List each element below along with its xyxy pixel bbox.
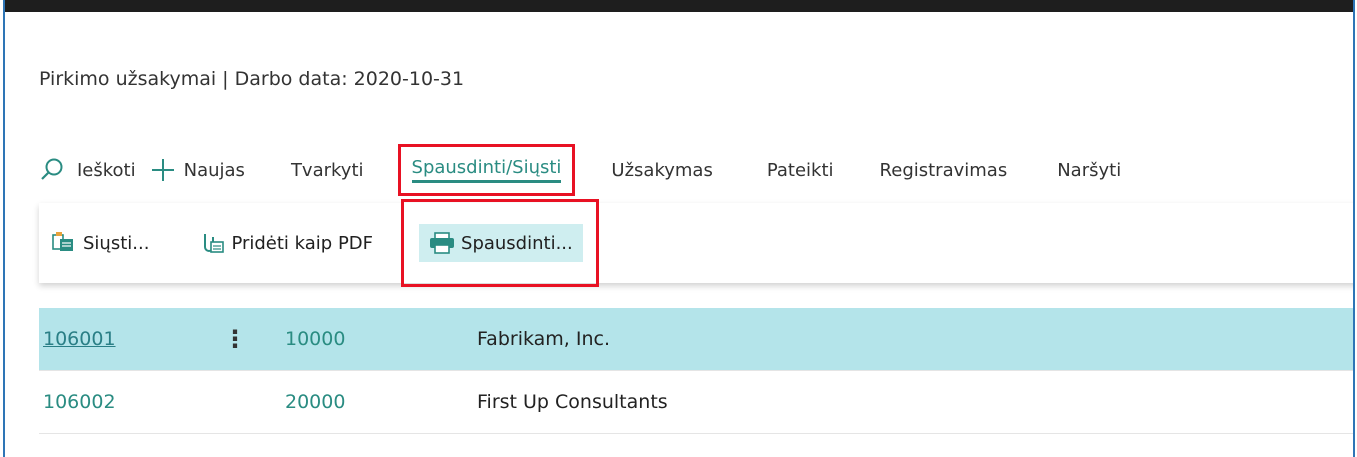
attach-pdf-icon	[204, 234, 225, 253]
tab-submit[interactable]: Pateikti	[767, 150, 834, 190]
vendor-name: Fabrikam, Inc.	[477, 328, 611, 350]
order-label: Užsakymas	[611, 159, 713, 181]
app-window: Pirkimo užsakymai | Darbo data: 2020-10-…	[3, 0, 1355, 457]
attach-pdf-label: Pridėti kaip PDF	[231, 232, 374, 254]
action-bar: Ieškoti Naujas Tvarkyti Spausdinti/Siųst…	[39, 144, 1121, 196]
send-label: Siųsti...	[83, 232, 150, 254]
submit-label: Pateikti	[766, 159, 834, 181]
attach-pdf-button[interactable]: Pridėti kaip PDF	[199, 223, 373, 263]
table-row[interactable]: 106002 20000 First Up Consultants	[39, 371, 1353, 434]
send-button[interactable]: Siųsti...	[51, 223, 149, 263]
title-bar	[5, 0, 1353, 12]
order-number-link[interactable]: 106001	[39, 328, 223, 350]
print-send-submenu: Siųsti... Pridėti kaip PDF Spausdinti...	[39, 199, 1353, 287]
manage-label: Tvarkyti	[290, 159, 364, 181]
table-row-partial	[39, 434, 1353, 457]
vendor-name: First Up Consultants	[477, 391, 668, 413]
purchase-order-list: 106001 ⋮ 10000 Fabrikam, Inc. 106002 200…	[39, 308, 1353, 457]
search-action[interactable]: Ieškoti	[39, 150, 136, 190]
tab-navigate[interactable]: Naršyti	[1057, 150, 1121, 190]
print-label: Spausdinti...	[461, 232, 573, 254]
vendor-number[interactable]: 10000	[285, 328, 477, 350]
tab-order[interactable]: Užsakymas	[611, 150, 712, 190]
send-document-icon	[52, 232, 73, 251]
printer-icon	[430, 232, 455, 254]
tab-posting[interactable]: Registravimas	[880, 150, 1008, 190]
navigate-label: Naršyti	[1057, 159, 1122, 181]
search-label: Ieškoti	[77, 159, 136, 181]
tab-print-send[interactable]: Spausdinti/Siųsti	[397, 144, 576, 196]
search-icon	[41, 158, 63, 180]
plus-icon	[151, 159, 174, 181]
tab-manage[interactable]: Tvarkyti	[291, 150, 364, 190]
print-send-label: Spausdinti/Siųsti	[411, 157, 562, 183]
page-context: Pirkimo užsakymai | Darbo data: 2020-10-…	[39, 68, 465, 90]
new-action[interactable]: Naujas	[150, 150, 245, 190]
vendor-number[interactable]: 20000	[285, 391, 477, 413]
table-row[interactable]: 106001 ⋮ 10000 Fabrikam, Inc.	[39, 308, 1353, 371]
row-actions-icon[interactable]: ⋮	[223, 325, 285, 353]
print-button[interactable]: Spausdinti...	[401, 199, 599, 287]
posting-label: Registravimas	[879, 159, 1008, 181]
order-number-link[interactable]: 106002	[39, 391, 223, 413]
new-label: Naujas	[183, 159, 245, 181]
